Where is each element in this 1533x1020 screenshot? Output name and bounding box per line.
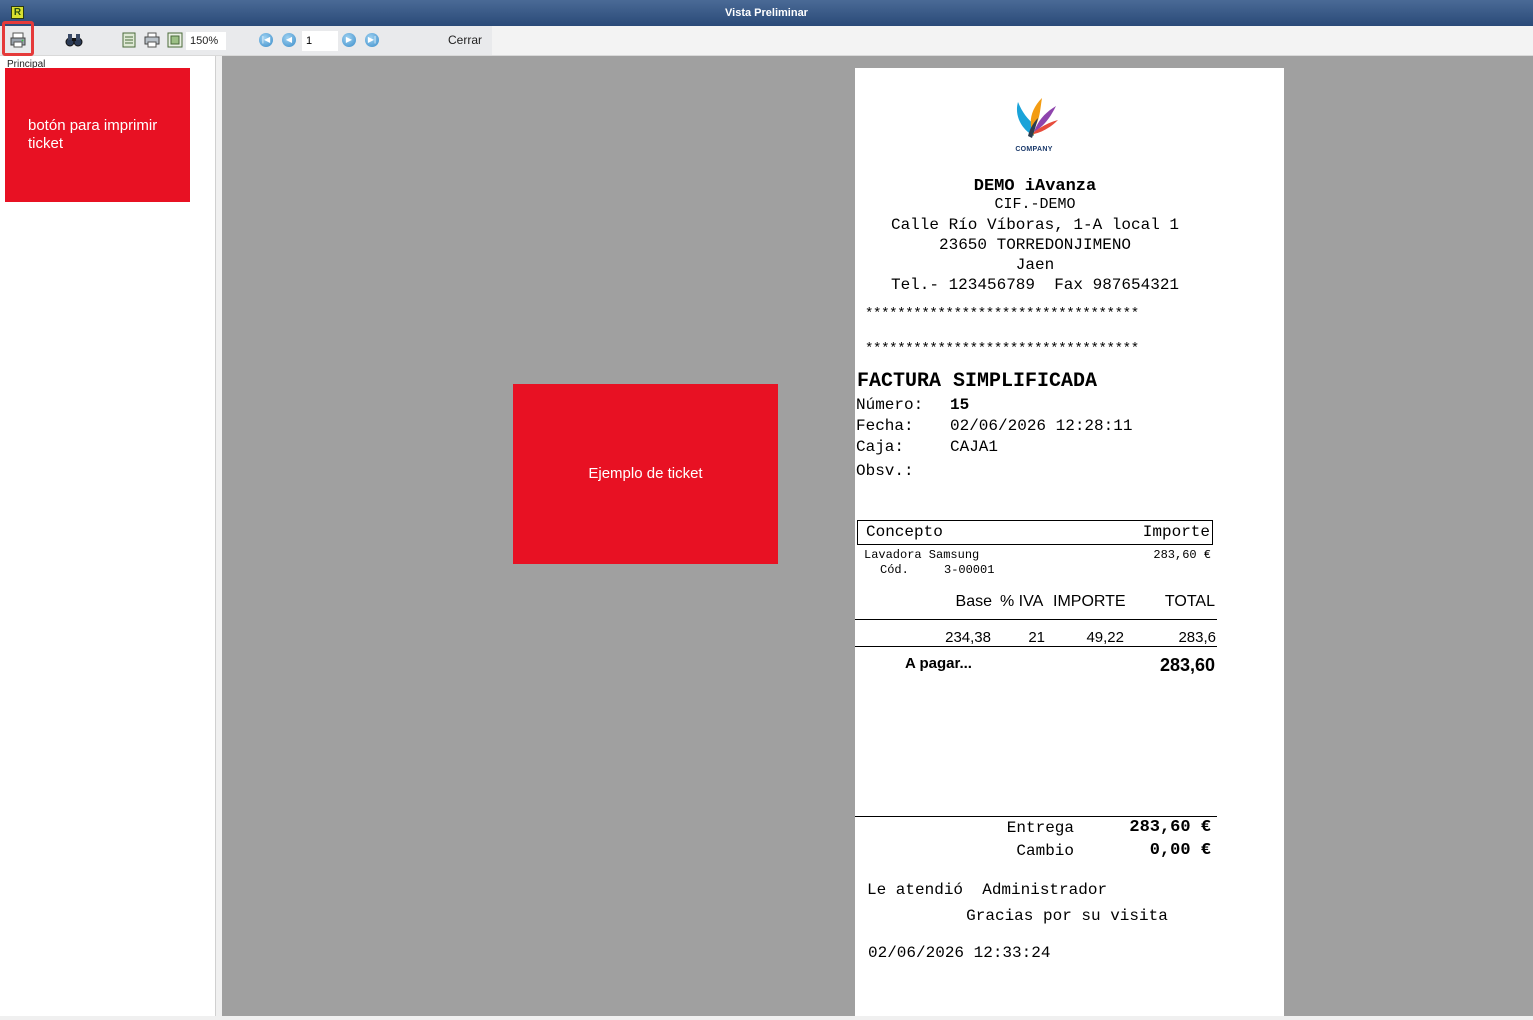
item-price: 283,60 €	[1153, 548, 1211, 562]
item-name: Lavadora Samsung	[864, 548, 980, 562]
cambio-label: Cambio	[1016, 842, 1074, 860]
tax-iva-value: 21	[1028, 629, 1045, 646]
next-page-icon: ▶	[345, 35, 353, 44]
previous-page-button[interactable]: ◀	[282, 33, 296, 47]
entrega-label: Entrega	[1006, 819, 1074, 837]
payment-divider	[855, 816, 1217, 817]
a-pagar-value: 283,60	[1159, 655, 1215, 675]
company-province: Jaen	[1015, 256, 1055, 274]
toolbar	[0, 26, 1533, 56]
attended-by: Le atendió Administrador	[867, 881, 1108, 899]
status-strip	[0, 1016, 1533, 1020]
separator-stars-bottom: **********************************	[865, 341, 1139, 357]
caja-value: CAJA1	[950, 438, 999, 456]
company-logo-icon	[1016, 98, 1058, 138]
company-city: 23650 TORREDONJIMENO	[938, 236, 1132, 254]
cambio-value: 0,00 €	[1149, 841, 1211, 860]
page-width-icon[interactable]	[166, 31, 184, 49]
document-type: FACTURA SIMPLIFICADA	[857, 370, 1098, 393]
print-datetime: 02/06/2026 12:33:24	[868, 944, 1051, 962]
company-cif: CIF.-DEMO	[994, 196, 1076, 213]
print-button-annotation: botón para imprimir ticket	[5, 68, 190, 202]
previous-page-icon: ◀	[285, 35, 293, 44]
next-page-button[interactable]: ▶	[342, 33, 356, 47]
zoom-select[interactable]: 150%	[186, 32, 226, 50]
company-address: Calle Río Víboras, 1-A local 1	[890, 216, 1180, 234]
item-code: 3-00001	[944, 563, 995, 577]
numero-label: Número:	[856, 396, 924, 414]
item-code-label: Cód.	[880, 563, 909, 577]
first-page-icon: |◀	[261, 35, 271, 44]
tax-importe-value: 49,22	[1086, 629, 1124, 646]
ticket-annotation: Ejemplo de ticket	[513, 384, 778, 564]
ticket-annotation-text: Ejemplo de ticket	[588, 465, 703, 482]
concepto-header: Concepto	[866, 523, 943, 541]
tax-total-value: 283,6	[1178, 629, 1216, 646]
single-page-icon[interactable]	[120, 31, 138, 49]
observaciones-label: Obsv.:	[856, 462, 914, 480]
app-icon: R	[11, 6, 24, 19]
last-page-button[interactable]: ▶|	[365, 33, 379, 47]
thanks-message: Gracias por su visita	[966, 907, 1168, 925]
separator-stars-top: **********************************	[865, 306, 1139, 322]
tax-header-iva: % IVA	[1000, 593, 1044, 610]
caja-label: Caja:	[856, 438, 905, 456]
window-title: Vista Preliminar	[725, 7, 808, 19]
last-page-icon: ▶|	[367, 35, 377, 44]
a-pagar-label: A pagar...	[905, 655, 972, 672]
page-setup-icon[interactable]	[143, 31, 161, 49]
find-icon[interactable]	[65, 31, 83, 49]
company-phones: Tel.- 123456789 Fax 987654321	[890, 276, 1180, 294]
print-button-annotation-text: botón para imprimir ticket	[28, 117, 158, 152]
tax-base-value: 234,38	[945, 629, 991, 646]
total-divider	[855, 646, 1217, 647]
tax-header-importe: IMPORTE	[1053, 593, 1126, 610]
first-page-button[interactable]: |◀	[259, 33, 273, 47]
print-button-highlight	[2, 21, 34, 56]
importe-header: Importe	[1142, 523, 1210, 541]
close-button[interactable]: Cerrar	[448, 33, 482, 47]
page-number-input[interactable]: 1	[302, 31, 338, 51]
tax-divider	[855, 619, 1217, 620]
window-title-bar: R Vista Preliminar	[0, 0, 1533, 26]
company-logo-text: COMPANY	[1015, 146, 1053, 153]
company-name: DEMO iAvanza	[973, 177, 1097, 196]
numero-value: 15	[950, 396, 970, 414]
fecha-value: 02/06/2026 12:28:11	[950, 417, 1133, 435]
fecha-label: Fecha:	[856, 417, 914, 435]
entrega-value: 283,60 €	[1129, 818, 1211, 837]
tax-header-base: Base	[955, 593, 992, 610]
tax-header-total: TOTAL	[1164, 593, 1215, 610]
